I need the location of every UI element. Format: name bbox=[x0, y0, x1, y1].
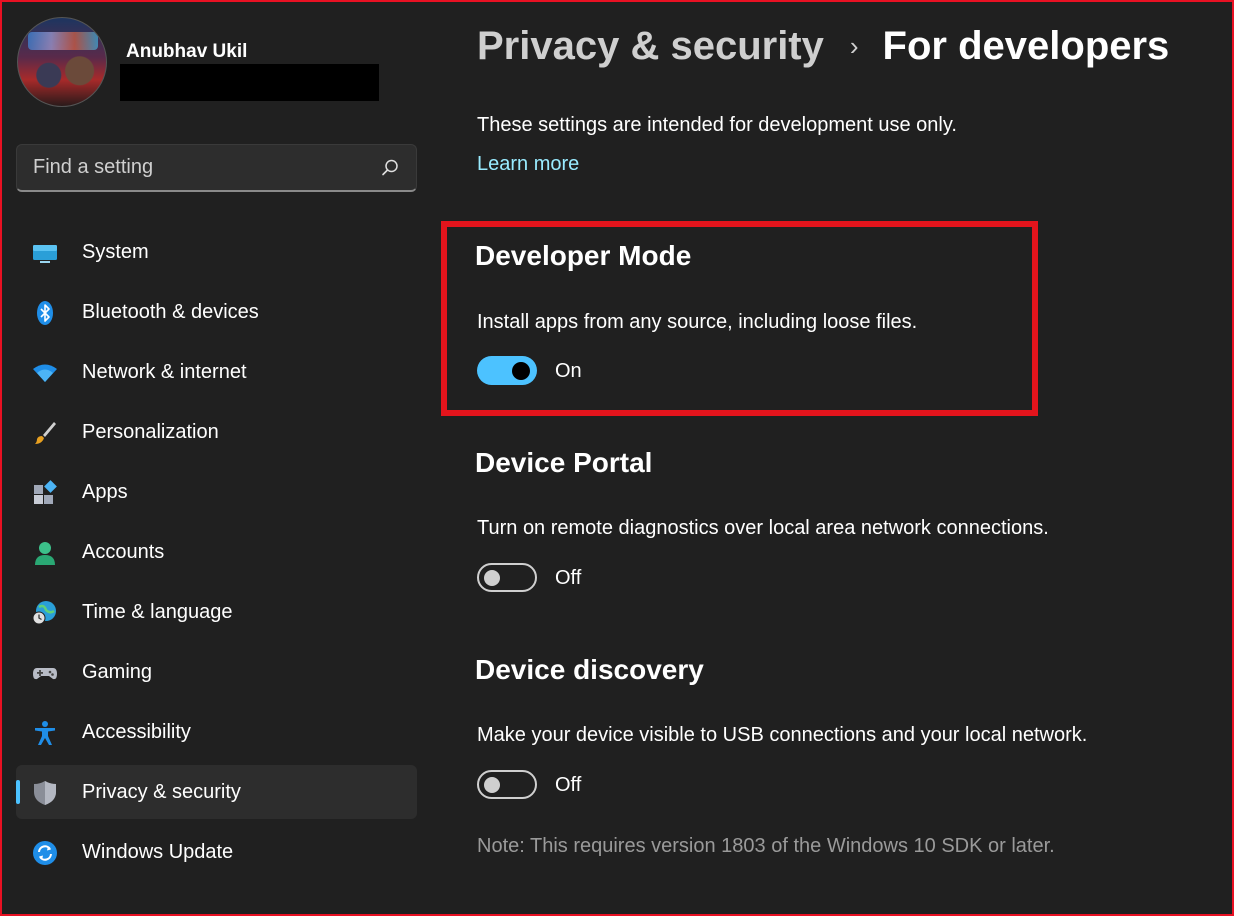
sidebar-item-label: Time & language bbox=[82, 600, 233, 623]
bluetooth-icon bbox=[37, 301, 53, 325]
sidebar-item-label: Network & internet bbox=[82, 360, 247, 383]
sidebar-item-time-language[interactable]: Time & language bbox=[16, 585, 417, 639]
user-name: Anubhav Ukil bbox=[126, 41, 248, 62]
sidebar-item-label: Apps bbox=[82, 480, 128, 503]
breadcrumb-parent-link[interactable]: Privacy & security bbox=[477, 24, 824, 69]
sdk-note: Note: This requires version 1803 of the … bbox=[477, 835, 1055, 857]
accounts-icon bbox=[35, 542, 55, 565]
brush-icon bbox=[35, 422, 56, 444]
sidebar-item-label: Windows Update bbox=[82, 840, 234, 863]
developer-mode-description: Install apps from any source, including … bbox=[477, 311, 918, 333]
sidebar-item-label: System bbox=[82, 240, 149, 263]
device-portal-title: Device Portal bbox=[475, 447, 653, 478]
apps-icon bbox=[34, 480, 57, 504]
intro-text: These settings are intended for developm… bbox=[477, 114, 957, 136]
page-title: For developers bbox=[882, 23, 1170, 68]
system-icon bbox=[33, 245, 57, 263]
breadcrumb: Privacy & security › For developers bbox=[477, 18, 1169, 74]
sidebar-item-privacy-security[interactable]: Privacy & security bbox=[16, 765, 417, 819]
sidebar-item-label: Gaming bbox=[82, 660, 153, 683]
sidebar-item-accessibility[interactable]: Accessibility bbox=[16, 705, 417, 759]
chevron-right-icon: › bbox=[849, 30, 859, 61]
developer-mode-state: On bbox=[555, 360, 582, 382]
avatar[interactable] bbox=[17, 17, 107, 107]
device-discovery-toggle[interactable] bbox=[477, 770, 537, 799]
sidebar-item-label: Accounts bbox=[82, 540, 165, 563]
sidebar-item-label: Accessibility bbox=[82, 720, 191, 743]
search-box[interactable] bbox=[16, 144, 417, 192]
search-icon[interactable] bbox=[380, 158, 400, 178]
sidebar-item-apps[interactable]: Apps bbox=[16, 465, 417, 519]
sidebar-item-label: Personalization bbox=[82, 420, 219, 443]
sidebar-item-label: Privacy & security bbox=[82, 780, 241, 803]
device-discovery-description: Make your device visible to USB connecti… bbox=[477, 724, 1088, 746]
sidebar-item-gaming[interactable]: Gaming bbox=[16, 645, 417, 699]
sidebar-item-network[interactable]: Network & internet bbox=[16, 345, 417, 399]
windows-update-icon bbox=[33, 841, 57, 865]
wifi-icon bbox=[33, 364, 57, 382]
shield-icon bbox=[34, 781, 56, 805]
device-portal-state: Off bbox=[555, 567, 582, 589]
search-input[interactable] bbox=[17, 145, 416, 190]
device-portal-description: Turn on remote diagnostics over local ar… bbox=[477, 517, 1049, 539]
toggle-knob bbox=[484, 569, 500, 586]
sidebar-item-bluetooth[interactable]: Bluetooth & devices bbox=[16, 285, 417, 339]
gamepad-icon bbox=[33, 668, 57, 680]
redacted-email bbox=[120, 64, 379, 101]
device-portal-toggle[interactable] bbox=[477, 563, 537, 592]
sidebar-item-system[interactable]: System bbox=[16, 225, 417, 279]
developer-mode-title: Developer Mode bbox=[475, 240, 692, 271]
sidebar-item-windows-update[interactable]: Windows Update bbox=[16, 825, 417, 879]
learn-more-link[interactable]: Learn more bbox=[477, 153, 579, 176]
device-discovery-state: Off bbox=[555, 774, 582, 796]
toggle-knob bbox=[484, 776, 500, 793]
accessibility-icon bbox=[35, 721, 55, 745]
toggle-knob bbox=[512, 361, 530, 380]
device-discovery-title: Device discovery bbox=[475, 654, 704, 685]
sidebar-item-personalization[interactable]: Personalization bbox=[16, 405, 417, 459]
user-profile[interactable]: Anubhav Ukil bbox=[17, 17, 417, 109]
sidebar-nav: System Bluetooth & devices Network & int… bbox=[16, 225, 417, 885]
developer-mode-toggle[interactable] bbox=[477, 356, 537, 385]
sidebar-item-accounts[interactable]: Accounts bbox=[16, 525, 417, 579]
sidebar-item-label: Bluetooth & devices bbox=[82, 300, 259, 323]
time-language-icon bbox=[32, 601, 56, 625]
